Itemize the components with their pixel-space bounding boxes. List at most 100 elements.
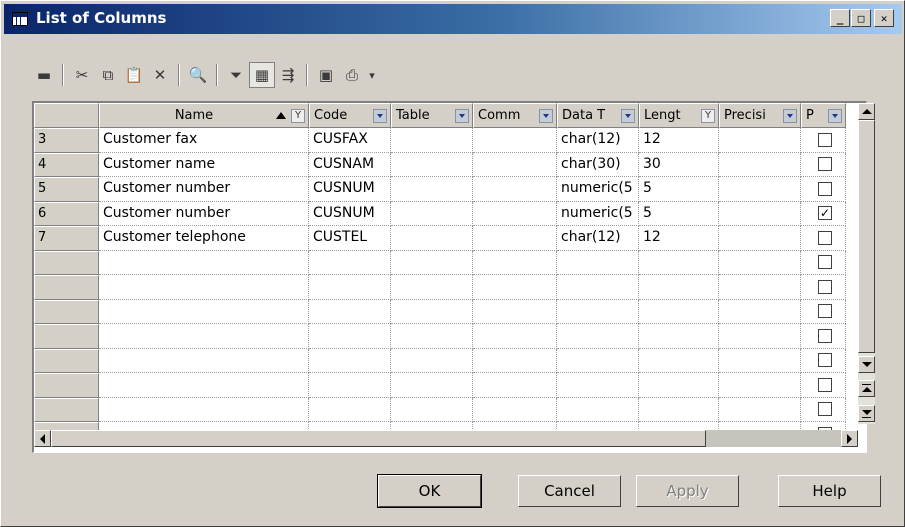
cell-datatype[interactable]: char(30)	[557, 152, 639, 177]
cell-name[interactable]	[99, 397, 309, 422]
row-header[interactable]	[34, 397, 99, 422]
cell-datatype[interactable]: numeric(5	[557, 177, 639, 202]
cell-primary[interactable]	[801, 275, 846, 300]
column-dropdown-icon[interactable]	[783, 109, 797, 123]
table-row[interactable]: 5 Customer number CUSNUM numeric(5 5	[34, 177, 846, 202]
cell-code[interactable]	[309, 397, 391, 422]
scroll-to-top-button[interactable]	[858, 380, 875, 397]
cell-precision[interactable]	[719, 397, 801, 422]
cell-datatype[interactable]	[557, 324, 639, 349]
column-dropdown-icon[interactable]	[539, 109, 553, 123]
cell-precision[interactable]	[719, 373, 801, 398]
cell-datatype[interactable]	[557, 348, 639, 373]
vertical-scroll-thumb[interactable]	[858, 120, 875, 353]
cell-comment[interactable]	[473, 324, 557, 349]
row-header[interactable]: 7	[34, 226, 99, 251]
table-row[interactable]	[34, 275, 846, 300]
cell-length[interactable]	[639, 250, 719, 275]
column-filter-icon[interactable]: Y	[701, 109, 715, 123]
scroll-down-button[interactable]	[858, 356, 875, 373]
cell-name[interactable]: Customer fax	[99, 128, 309, 153]
cell-primary[interactable]	[801, 397, 846, 422]
cell-length[interactable]: 12	[639, 226, 719, 251]
grid-corner[interactable]	[34, 103, 99, 128]
cell-length[interactable]	[639, 324, 719, 349]
cell-table[interactable]	[391, 299, 473, 324]
cell-name[interactable]	[99, 250, 309, 275]
cell-name[interactable]: Customer number	[99, 201, 309, 226]
column-header-datatype[interactable]: Data T	[557, 103, 639, 128]
checkbox[interactable]	[818, 328, 832, 343]
cell-primary[interactable]: ✓	[801, 201, 846, 226]
cell-datatype[interactable]	[557, 275, 639, 300]
row-header[interactable]	[34, 250, 99, 275]
cell-code[interactable]	[309, 275, 391, 300]
checkbox[interactable]	[818, 132, 832, 147]
cell-code[interactable]: CUSTEL	[309, 226, 391, 251]
cell-comment[interactable]	[473, 201, 557, 226]
checkbox[interactable]	[818, 255, 832, 270]
cell-primary[interactable]	[801, 152, 846, 177]
column-filter-icon[interactable]: ▦	[249, 62, 275, 88]
checkbox[interactable]	[818, 230, 832, 245]
cell-datatype[interactable]: numeric(5	[557, 201, 639, 226]
cell-name[interactable]	[99, 373, 309, 398]
customize-columns-icon[interactable]: ⇶	[275, 62, 301, 88]
properties-icon[interactable]: ▬	[31, 62, 57, 88]
checkbox[interactable]	[818, 304, 832, 319]
cell-name[interactable]	[99, 348, 309, 373]
cell-name[interactable]: Customer telephone	[99, 226, 309, 251]
cell-table[interactable]	[391, 226, 473, 251]
row-header[interactable]	[34, 373, 99, 398]
row-header[interactable]: 3	[34, 128, 99, 153]
cell-comment[interactable]	[473, 397, 557, 422]
cell-primary[interactable]	[801, 250, 846, 275]
table-row[interactable]	[34, 348, 846, 373]
cell-length[interactable]: 5	[639, 177, 719, 202]
cell-primary[interactable]	[801, 226, 846, 251]
cell-datatype[interactable]	[557, 397, 639, 422]
cell-table[interactable]	[391, 275, 473, 300]
cell-name[interactable]	[99, 275, 309, 300]
cell-length[interactable]	[639, 299, 719, 324]
cell-code[interactable]	[309, 250, 391, 275]
table-row[interactable]	[34, 250, 846, 275]
table-row[interactable]	[34, 324, 846, 349]
cell-comment[interactable]	[473, 177, 557, 202]
cell-comment[interactable]	[473, 250, 557, 275]
cell-table[interactable]	[391, 152, 473, 177]
checkbox[interactable]	[818, 402, 832, 417]
scroll-left-button[interactable]	[34, 430, 51, 447]
cell-primary[interactable]	[801, 373, 846, 398]
cell-primary[interactable]	[801, 348, 846, 373]
cell-length[interactable]	[639, 373, 719, 398]
cell-code[interactable]	[309, 348, 391, 373]
cell-table[interactable]	[391, 201, 473, 226]
cell-primary[interactable]	[801, 299, 846, 324]
close-button[interactable]: ✕	[874, 9, 894, 27]
column-dropdown-icon[interactable]	[373, 109, 387, 123]
cell-table[interactable]	[391, 128, 473, 153]
cell-precision[interactable]	[719, 299, 801, 324]
column-header-comment[interactable]: Comm	[473, 103, 557, 128]
filter-icon[interactable]: ⏷	[223, 62, 249, 88]
cell-comment[interactable]	[473, 128, 557, 153]
cell-code[interactable]	[309, 373, 391, 398]
checkbox[interactable]	[818, 279, 832, 294]
cell-precision[interactable]	[719, 226, 801, 251]
cell-code[interactable]: CUSNUM	[309, 201, 391, 226]
cell-table[interactable]	[391, 250, 473, 275]
table-row[interactable]	[34, 299, 846, 324]
cell-datatype[interactable]	[557, 373, 639, 398]
table-row[interactable]: 4 Customer name CUSNAM char(30) 30	[34, 152, 846, 177]
ok-button[interactable]: OK	[377, 474, 482, 508]
scroll-right-button[interactable]	[841, 430, 858, 447]
cell-precision[interactable]	[719, 152, 801, 177]
cell-primary[interactable]	[801, 128, 846, 153]
cell-length[interactable]: 30	[639, 152, 719, 177]
table-row[interactable]: 7 Customer telephone CUSTEL char(12) 12	[34, 226, 846, 251]
row-header[interactable]	[34, 324, 99, 349]
cell-table[interactable]	[391, 177, 473, 202]
checkbox[interactable]	[818, 181, 832, 196]
vertical-scrollbar[interactable]	[858, 103, 875, 424]
